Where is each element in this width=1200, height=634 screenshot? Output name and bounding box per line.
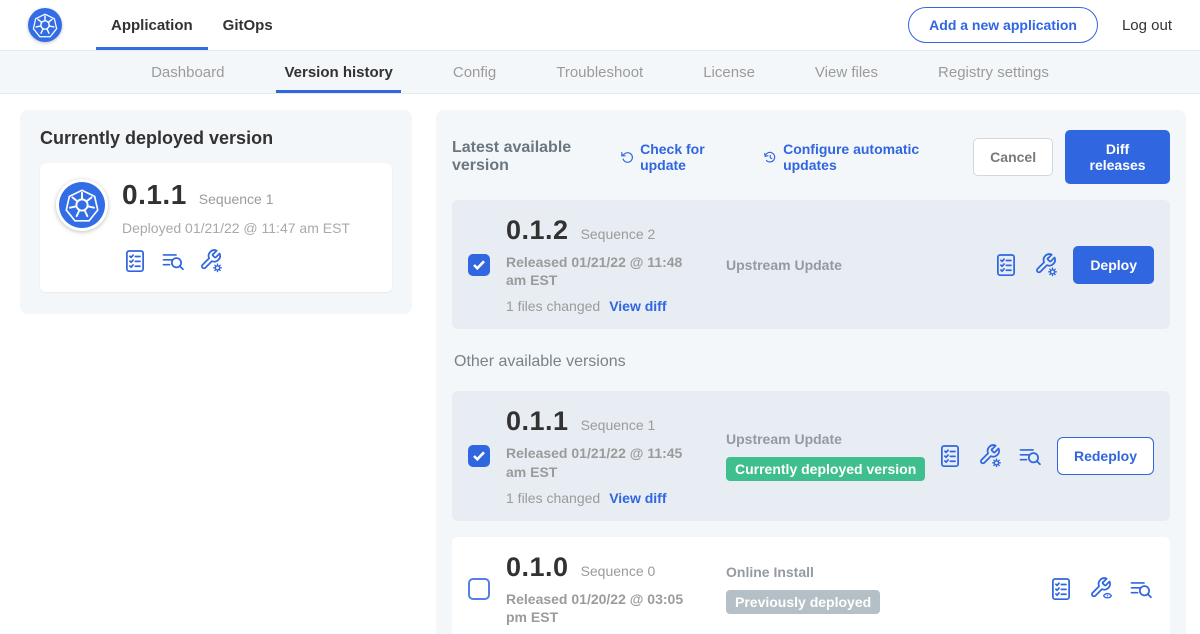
deployed-version-details: 0.1.1 Sequence 1 Deployed 01/21/22 @ 11:… bbox=[122, 179, 350, 274]
preflight-checklist-icon[interactable] bbox=[122, 248, 148, 274]
files-changed-label: 1 files changed bbox=[506, 490, 600, 506]
subnav-item-license[interactable]: License bbox=[673, 51, 785, 93]
files-changed-label: 1 files changed bbox=[506, 298, 600, 314]
subnav-label-dashboard: Dashboard bbox=[151, 64, 224, 81]
version-released-timestamp: Released 01/21/22 @ 11:45 am EST bbox=[506, 444, 704, 480]
configure-automatic-updates-label: Configure automatic updates bbox=[783, 141, 947, 173]
view-diff-link[interactable]: View diff bbox=[609, 298, 666, 314]
checkmark-icon bbox=[472, 450, 486, 462]
deployed-version-number: 0.1.1 bbox=[122, 179, 187, 211]
version-checkbox-0-1-0[interactable] bbox=[468, 578, 490, 600]
subnav-label-config: Config bbox=[453, 64, 496, 81]
subnav-item-view-files[interactable]: View files bbox=[785, 51, 908, 93]
logout-link[interactable]: Log out bbox=[1122, 17, 1172, 34]
app-sub-nav: Dashboard Version history Config Trouble… bbox=[0, 50, 1200, 94]
schedule-update-icon bbox=[763, 149, 777, 166]
view-diff-link[interactable]: View diff bbox=[609, 490, 666, 506]
currently-deployed-version-card: 0.1.1 Sequence 1 Deployed 01/21/22 @ 11:… bbox=[40, 163, 392, 292]
version-number: 0.1.2 bbox=[506, 215, 569, 246]
check-for-update-link[interactable]: Check for update bbox=[620, 141, 737, 173]
version-sequence: Sequence 1 bbox=[581, 417, 656, 433]
previously-deployed-badge: Previously deployed bbox=[726, 590, 880, 614]
version-actions-0-1-1: Redeploy bbox=[937, 437, 1154, 475]
config-wrench-gear-icon[interactable] bbox=[977, 443, 1003, 469]
tab-application-label: Application bbox=[111, 17, 193, 34]
version-history-panel: Latest available version Check for updat… bbox=[436, 110, 1186, 634]
subnav-label-license: License bbox=[703, 64, 755, 81]
deploy-logs-search-icon[interactable] bbox=[1128, 576, 1154, 602]
deployed-timestamp: Deployed 01/21/22 @ 11:47 am EST bbox=[122, 220, 350, 236]
version-source-label: Upstream Update bbox=[726, 431, 937, 447]
version-source-label: Upstream Update bbox=[726, 257, 993, 273]
version-info-0-1-0: 0.1.0 Sequence 0 Released 01/20/22 @ 03:… bbox=[506, 552, 722, 626]
deploy-logs-search-icon[interactable] bbox=[1017, 443, 1043, 469]
version-sequence: Sequence 2 bbox=[581, 226, 656, 242]
latest-available-title: Latest available version bbox=[452, 139, 606, 175]
subnav-item-dashboard[interactable]: Dashboard bbox=[121, 51, 254, 93]
version-actions-0-1-0 bbox=[1048, 576, 1154, 602]
config-wrench-gear-icon[interactable] bbox=[198, 248, 224, 274]
currently-deployed-badge: Currently deployed version bbox=[726, 457, 925, 481]
checkmark-icon bbox=[472, 259, 486, 271]
preflight-checklist-icon[interactable] bbox=[937, 443, 963, 469]
subnav-item-troubleshoot[interactable]: Troubleshoot bbox=[526, 51, 673, 93]
top-nav: Application GitOps Add a new application… bbox=[0, 0, 1200, 50]
redeploy-button[interactable]: Redeploy bbox=[1057, 437, 1154, 475]
subnav-label-version-history: Version history bbox=[284, 64, 392, 81]
currently-deployed-title: Currently deployed version bbox=[40, 128, 392, 149]
configure-automatic-updates-link[interactable]: Configure automatic updates bbox=[763, 141, 948, 173]
version-info-0-1-1: 0.1.1 Sequence 1 Released 01/21/22 @ 11:… bbox=[506, 406, 722, 505]
version-info-0-1-2: 0.1.2 Sequence 2 Released 01/21/22 @ 11:… bbox=[506, 215, 722, 314]
version-row-0-1-0: 0.1.0 Sequence 0 Released 01/20/22 @ 03:… bbox=[452, 537, 1170, 634]
deployed-sequence: Sequence 1 bbox=[199, 191, 274, 207]
tab-application[interactable]: Application bbox=[96, 0, 208, 50]
subnav-label-troubleshoot: Troubleshoot bbox=[556, 64, 643, 81]
version-checkbox-0-1-1[interactable] bbox=[468, 445, 490, 467]
version-number: 0.1.0 bbox=[506, 552, 569, 583]
top-nav-tabs: Application GitOps bbox=[96, 0, 288, 50]
subnav-item-config[interactable]: Config bbox=[423, 51, 526, 93]
version-released-timestamp: Released 01/20/22 @ 03:05 pm EST bbox=[506, 590, 704, 626]
tab-gitops-label: GitOps bbox=[223, 17, 273, 34]
version-row-0-1-1: 0.1.1 Sequence 1 Released 01/21/22 @ 11:… bbox=[452, 391, 1170, 520]
subnav-label-registry-settings: Registry settings bbox=[938, 64, 1049, 81]
diff-releases-button[interactable]: Diff releases bbox=[1065, 130, 1170, 184]
version-source-label: Online Install bbox=[726, 564, 1048, 580]
version-actions-0-1-2: Deploy bbox=[993, 246, 1154, 284]
currently-deployed-card: Currently deployed version 0.1.1 Sequenc… bbox=[20, 110, 412, 314]
cancel-button[interactable]: Cancel bbox=[973, 138, 1053, 176]
refresh-icon bbox=[620, 149, 634, 166]
subnav-item-version-history[interactable]: Version history bbox=[254, 51, 422, 93]
version-sequence: Sequence 0 bbox=[581, 563, 656, 579]
tab-gitops[interactable]: GitOps bbox=[208, 0, 288, 50]
preflight-checklist-icon[interactable] bbox=[1048, 576, 1074, 602]
version-row-0-1-2: 0.1.2 Sequence 2 Released 01/21/22 @ 11:… bbox=[452, 200, 1170, 329]
main-content: Currently deployed version 0.1.1 Sequenc… bbox=[0, 94, 1200, 634]
version-source-0-1-1: Upstream Update Currently deployed versi… bbox=[722, 431, 937, 481]
preflight-checklist-icon[interactable] bbox=[993, 252, 1019, 278]
deploy-button[interactable]: Deploy bbox=[1073, 246, 1154, 284]
app-logo bbox=[56, 179, 108, 231]
version-source-0-1-0: Online Install Previously deployed bbox=[722, 564, 1048, 614]
row-gap bbox=[452, 521, 1170, 537]
config-wrench-gear-icon[interactable] bbox=[1033, 252, 1059, 278]
kubernetes-logo bbox=[28, 8, 62, 42]
version-number: 0.1.1 bbox=[506, 406, 569, 437]
version-source-0-1-2: Upstream Update bbox=[722, 257, 993, 273]
version-checkbox-0-1-2[interactable] bbox=[468, 254, 490, 276]
other-available-versions-label: Other available versions bbox=[454, 353, 1168, 371]
panel-header: Latest available version Check for updat… bbox=[452, 130, 1170, 184]
subnav-item-registry-settings[interactable]: Registry settings bbox=[908, 51, 1079, 93]
add-application-button[interactable]: Add a new application bbox=[908, 7, 1098, 43]
config-wrench-eye-icon[interactable] bbox=[1088, 576, 1114, 602]
version-released-timestamp: Released 01/21/22 @ 11:48 am EST bbox=[506, 253, 704, 289]
deploy-logs-search-icon[interactable] bbox=[160, 248, 186, 274]
check-for-update-label: Check for update bbox=[640, 141, 737, 173]
subnav-label-view-files: View files bbox=[815, 64, 878, 81]
